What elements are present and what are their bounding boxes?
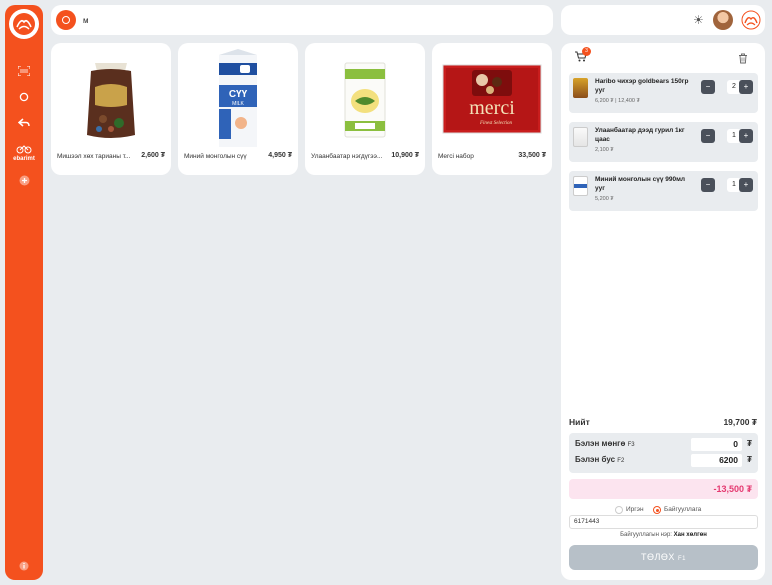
noncash-currency: ₮ [747,455,752,464]
cart-item-price: 5,200 ₮ [595,196,614,202]
cart-item: Миний монголын сүү 990мл ууг 5,200 ₮ − 1… [569,171,758,211]
cart-item-thumb [573,78,588,98]
quantity-plus-button[interactable]: + [739,178,753,192]
header-toolbar: ☀ [561,5,765,35]
circle-icon[interactable] [5,92,43,102]
store-logo-icon[interactable] [9,9,39,39]
pay-button[interactable]: ТӨЛӨХ F1 [569,545,758,570]
product-card[interactable]: СҮҮ MILK Миний монголын сүү 4,950 ₮ [178,43,298,175]
product-image-flour [315,53,415,145]
noncash-label-text: Бэлэн бус [575,455,616,464]
product-card[interactable]: Мишээл хөх тарианы т... 2,600 ₮ [51,43,171,175]
product-name: Миний монголын сүү [184,153,247,160]
remaining-amount: -13,500 ₮ [569,479,758,499]
noncash-label: Бэлэн бус F2 [575,455,624,464]
product-image-milk: СҮҮ MILK [188,49,288,147]
organization-name: Байгууллагын нэр: Хан хөлгөн [569,532,758,538]
cash-input[interactable]: 0 [691,438,742,451]
sun-icon[interactable]: ☀ [693,13,704,27]
trash-icon[interactable] [738,51,748,69]
product-name: Merci набор [438,153,474,160]
milk-brand-text: СҮҮ [229,89,248,100]
search-input[interactable] [83,15,523,25]
avatar[interactable] [713,10,733,30]
radio-citizen-label: Иргэн [626,506,644,513]
cart-count-badge: 3 [582,47,591,56]
noncash-key-hint: F2 [617,458,625,464]
quantity-plus-button[interactable]: + [739,80,753,94]
quantity-minus-button[interactable]: − [701,80,715,94]
radio-citizen[interactable] [615,506,623,514]
cart-panel: 3 Haribo чихэр goldbears 150гр ууг 6,200… [561,43,765,580]
cart-item-name: Haribo чихэр goldbears 150гр ууг [595,78,689,94]
cash-label-text: Бэлэн мөнгө [575,439,626,448]
sidebar: ebarimt [5,5,43,580]
undo-icon[interactable] [5,118,43,128]
product-price: 2,600 ₮ [141,152,165,159]
product-card[interactable]: Улаанбаатар нэгдүгээ... 10,900 ₮ [305,43,425,175]
total-value: 19,700 ₮ [723,417,757,427]
cash-label: Бэлэн мөнгө F3 [575,439,635,448]
quantity-plus-button[interactable]: + [739,129,753,143]
radio-organization[interactable] [653,506,661,514]
quantity-minus-button[interactable]: − [701,129,715,143]
product-card[interactable]: merci Finest Selection Merci набор 33,50… [432,43,552,175]
pay-button-label: ТӨЛӨХ [641,552,675,562]
product-price: 33,500 ₮ [518,152,546,159]
cart-item-price: 6,200 ₮ | 12,400 ₮ [595,98,640,104]
quantity-minus-button[interactable]: − [701,178,715,192]
cart-item: Улаанбаатар дээд гурил 1кг цаас 2,100 ₮ … [569,122,758,162]
registry-number-input[interactable]: 6171443 [569,515,758,529]
product-price: 4,950 ₮ [268,152,292,159]
info-icon[interactable] [5,561,43,571]
store-logo-small-icon[interactable] [741,10,761,30]
merci-logo-text: merci [469,97,515,119]
scanner-icon[interactable] [5,66,43,76]
cart-item-price: 2,100 ₮ [595,147,614,153]
org-name-label: Байгууллагын нэр: [620,532,672,538]
ebarimt-brand: ebarimt [13,156,35,162]
org-name-value: Хан хөлгөн [673,532,707,538]
product-name: Мишээл хөх тарианы т... [57,153,131,160]
noncash-input[interactable]: 6200 [691,454,742,467]
radio-organization-label: Байгууллага [664,506,702,513]
total-label: Нийт [569,417,590,427]
search-icon[interactable] [56,10,76,30]
product-name: Улаанбаатар нэгдүгээ... [311,153,383,160]
product-image-mishee [61,53,161,145]
add-circle-icon[interactable] [5,175,43,186]
cash-currency: ₮ [747,439,752,448]
search-bar [51,5,553,35]
merci-sub-text: Finest Selection [479,121,513,126]
cart-item-name: Миний монголын сүү 990мл ууг [595,176,686,192]
cart-item-thumb [573,176,588,196]
pay-key-hint: F1 [677,556,686,562]
cart-item-name: Улаанбаатар дээд гурил 1кг цаас [595,127,685,143]
ebarimt-logo-icon[interactable] [5,144,43,154]
product-price: 10,900 ₮ [391,152,419,159]
payment-box: Бэлэн мөнгө F3 0 ₮ Бэлэн бус F2 6200 ₮ [569,433,758,473]
cart-item-thumb [573,127,588,147]
product-image-merci: merci Finest Selection [442,53,542,145]
cart-item: Haribo чихэр goldbears 150гр ууг 6,200 ₮… [569,73,758,113]
cash-key-hint: F3 [627,442,635,448]
milk-sub-text: MILK [232,101,244,107]
